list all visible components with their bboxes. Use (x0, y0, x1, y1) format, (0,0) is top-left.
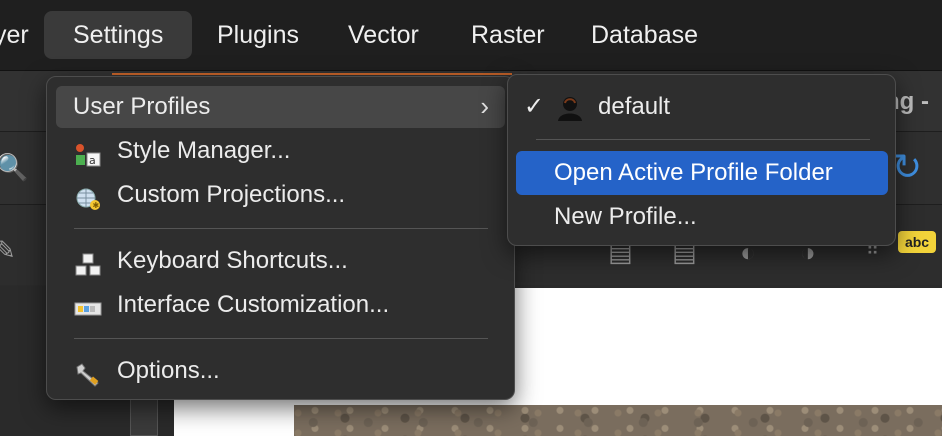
menu-item-options[interactable]: Options... (56, 350, 505, 392)
submenu-item-label: New Profile... (554, 203, 697, 230)
menu-item-label: Keyboard Shortcuts... (117, 247, 348, 274)
menu-item-label: Style Manager... (117, 137, 291, 164)
zoom-icon[interactable]: 🔍 (0, 152, 28, 183)
label-abc-icon[interactable]: abc (898, 231, 936, 253)
refresh-icon[interactable]: ↻ (892, 146, 922, 188)
menu-item-interface-customization[interactable]: Interface Customization... (56, 284, 505, 326)
submenu-separator (536, 139, 870, 140)
menu-separator (74, 338, 488, 339)
wrench-icon (74, 359, 102, 387)
shortcut-blocks-icon (74, 249, 102, 276)
menu-item-keyboard-shortcuts[interactable]: Keyboard Shortcuts... (56, 240, 505, 282)
svg-text:✱: ✱ (93, 201, 100, 210)
menubar: yer Settings Plugins Vector Raster Datab… (0, 0, 942, 71)
menu-item-custom-projections[interactable]: ✱ Custom Projections... (56, 174, 505, 216)
user-avatar-icon (556, 93, 584, 121)
menu-item-label: Interface Customization... (117, 291, 390, 318)
menu-raster[interactable]: Raster (471, 11, 545, 59)
menu-plugins[interactable]: Plugins (217, 11, 299, 59)
check-icon: ✓ (524, 93, 545, 120)
menu-item-label: Options... (117, 357, 220, 384)
menu-item-user-profiles[interactable]: User Profiles › (56, 86, 505, 128)
chevron-right-icon: › (480, 91, 489, 121)
map-raster-layer (294, 405, 942, 436)
accent-line (112, 73, 512, 75)
profile-item-default[interactable]: ✓ default (516, 85, 888, 129)
globe-star-icon: ✱ (74, 183, 102, 210)
style-manager-icon: a (74, 139, 102, 167)
menu-separator (74, 228, 488, 229)
settings-menu: User Profiles › a Style Manager... ✱ Cus… (46, 76, 515, 400)
menu-item-label: User Profiles (73, 93, 211, 120)
menu-settings[interactable]: Settings (44, 11, 193, 59)
menu-item-label: Custom Projections... (117, 181, 346, 208)
open-active-profile-folder-item[interactable]: Open Active Profile Folder (516, 151, 888, 195)
menu-item-style-manager[interactable]: a Style Manager... (56, 130, 505, 172)
submenu-item-label: Open Active Profile Folder (554, 159, 833, 186)
user-profiles-submenu: ✓ default Open Active Profile Folder New… (507, 74, 896, 246)
menu-database[interactable]: Database (591, 11, 698, 59)
new-profile-item[interactable]: New Profile... (516, 195, 888, 239)
menu-layer[interactable]: yer (0, 11, 29, 59)
profile-name: default (598, 93, 671, 120)
svg-text:a: a (89, 154, 96, 167)
interface-panel-icon (74, 293, 102, 317)
menu-vector[interactable]: Vector (348, 11, 419, 59)
edit-pencil-icon[interactable]: ✎ (0, 235, 16, 266)
